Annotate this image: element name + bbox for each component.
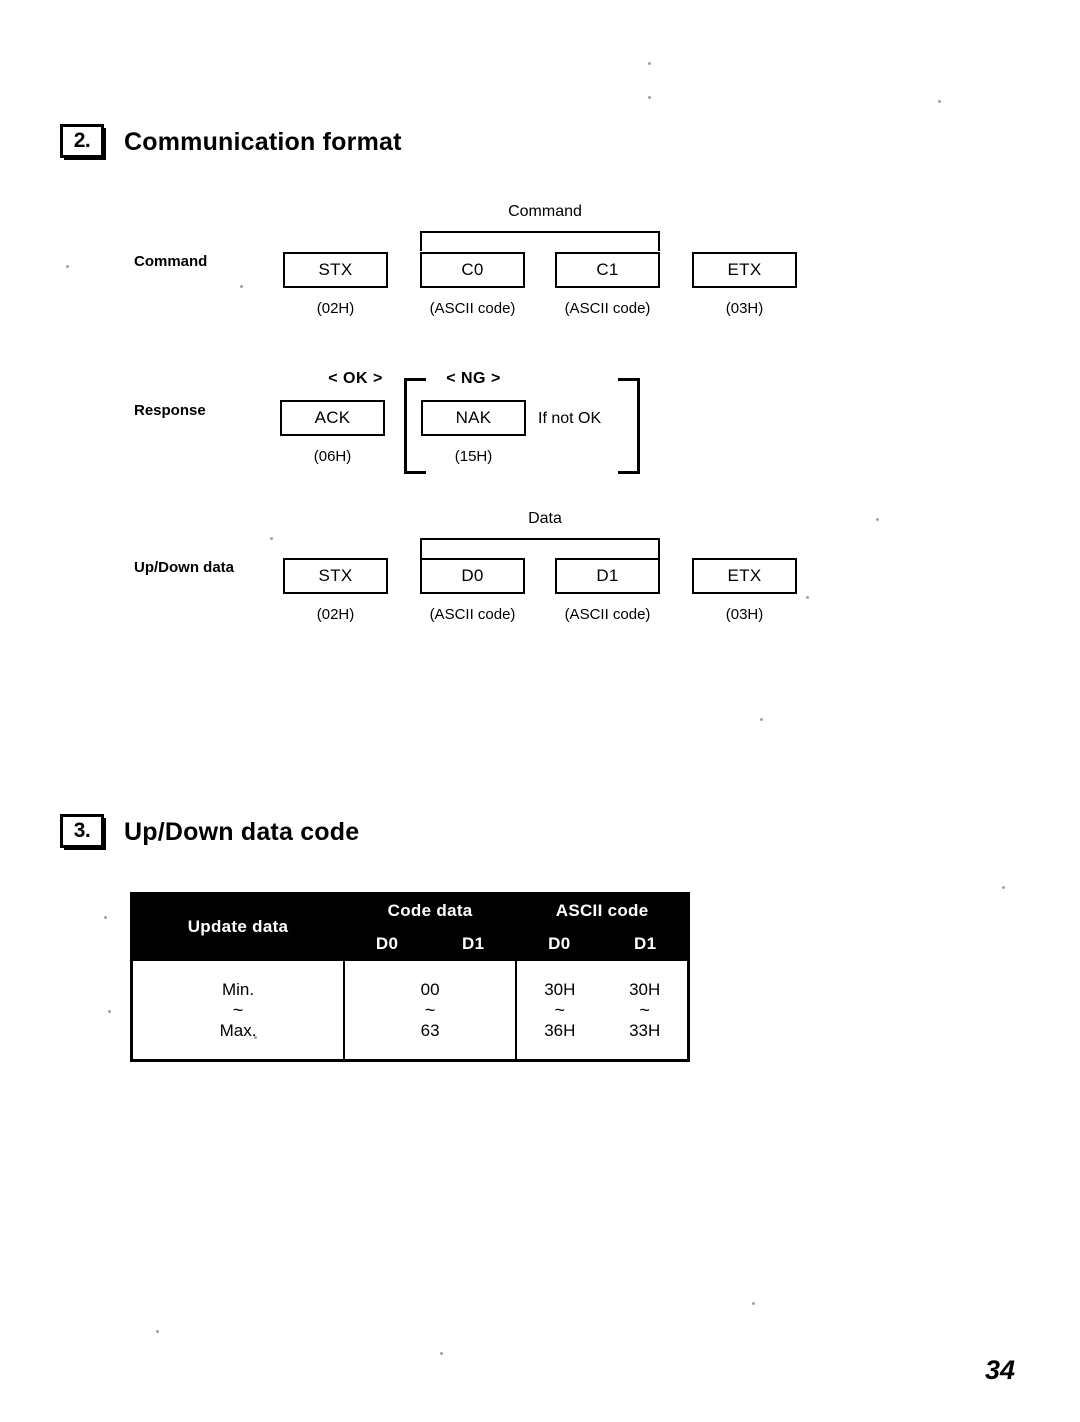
- scan-speck: [240, 285, 243, 288]
- table-header-update-data: Update data: [130, 892, 345, 961]
- scan-speck: [440, 1352, 443, 1355]
- table-cell-code-data: 00 ~ 63: [342, 959, 518, 1062]
- frame-box-c1: C1: [555, 252, 660, 288]
- scan-speck: [876, 518, 879, 521]
- frame-sub-label-ack: (06H): [313, 448, 352, 465]
- updown-data-code-table: Update data Code data ASCII code D0 D1 D…: [130, 892, 690, 1062]
- ascii-d0-tilde: ~: [554, 1000, 566, 1020]
- section-number-badge: 2.: [60, 124, 106, 160]
- diagram-row-label-updown-data: Up/Down data: [134, 559, 234, 576]
- frame-box-ack: ACK: [280, 400, 385, 436]
- section-title-3: Up/Down data code: [124, 817, 360, 846]
- span-bracket-command: [420, 231, 660, 251]
- table-cell-update-data: Min. ~ Max.: [130, 959, 345, 1062]
- response-ng-label: < NG >: [446, 370, 501, 387]
- page-number: 34: [985, 1355, 1016, 1385]
- frame-box-stx-data: STX: [283, 558, 388, 594]
- frame-sub-label-etx-data: (03H): [725, 606, 764, 623]
- scan-speck: [760, 718, 763, 721]
- scan-speck: [270, 537, 273, 540]
- span-bracket-data: [420, 538, 660, 558]
- frame-box-stx: STX: [283, 252, 388, 288]
- frame-box-d0: D0: [420, 558, 525, 594]
- frame-sub-label-etx: (03H): [725, 300, 764, 317]
- code-data-min: 00: [420, 980, 440, 999]
- scan-speck: [104, 916, 107, 919]
- ascii-d1-max: 33H: [629, 1021, 661, 1040]
- table-header-code-d1: D1: [429, 926, 518, 961]
- frame-sub-label-nak: (15H): [454, 448, 493, 465]
- frame-box-nak: NAK: [421, 400, 526, 436]
- table-header-ascii-code: ASCII code: [515, 892, 690, 928]
- table-header-ascii-d0: D0: [515, 926, 604, 961]
- frame-box-etx-data: ETX: [692, 558, 797, 594]
- bracket-label-command: Command: [508, 203, 582, 220]
- frame-sub-label-d1: (ASCII code): [564, 606, 651, 623]
- table-row: Min. ~ Max. 00 ~ 63 30H ~ 36H 30H ~ 33H: [130, 959, 690, 1062]
- ascii-d0-max: 36H: [544, 1021, 576, 1040]
- table-header-code-data: Code data: [342, 892, 518, 928]
- frame-sub-label-c0: (ASCII code): [429, 300, 516, 317]
- section-number-label-3: 3.: [60, 814, 104, 848]
- scan-speck: [938, 100, 941, 103]
- scan-speck: [752, 1302, 755, 1305]
- frame-sub-label-c1: (ASCII code): [564, 300, 651, 317]
- section-heading-communication-format: 2. Communication format: [60, 124, 402, 160]
- frame-box-c0: C0: [420, 252, 525, 288]
- response-ok-label: < OK >: [328, 370, 383, 387]
- scan-speck: [254, 1036, 257, 1039]
- ng-group-bracket-right: [618, 378, 640, 474]
- table-header: Update data Code data ASCII code D0 D1 D…: [130, 892, 690, 961]
- diagram-row-label-command: Command: [134, 253, 208, 270]
- ascii-d0-min: 30H: [544, 980, 576, 999]
- scan-speck: [66, 265, 69, 268]
- table-header-row-group: Update data Code data ASCII code: [130, 892, 690, 961]
- section-heading-updown-data-code: 3. Up/Down data code: [60, 814, 359, 850]
- table-header-code-d0: D0: [342, 926, 432, 961]
- ascii-d1-tilde: ~: [639, 1000, 650, 1020]
- section-title: Communication format: [124, 127, 402, 156]
- frame-sub-label-stx-data: (02H): [316, 606, 355, 623]
- section-number-label: 2.: [60, 124, 104, 158]
- ascii-d1-min: 30H: [629, 980, 661, 999]
- section-number-badge-3: 3.: [60, 814, 106, 850]
- table-cell-ascii-d0: 30H ~ 36H: [515, 959, 603, 1062]
- code-data-tilde: ~: [424, 1000, 436, 1020]
- frame-sub-label-d0: (ASCII code): [429, 606, 516, 623]
- table-header-ascii-d1: D1: [601, 926, 690, 961]
- scan-speck: [648, 62, 651, 65]
- table-body: Min. ~ Max. 00 ~ 63 30H ~ 36H 30H ~ 33H: [130, 959, 690, 1062]
- update-data-max: Max.: [219, 1021, 257, 1040]
- frame-box-etx: ETX: [692, 252, 797, 288]
- diagram-row-label-response: Response: [134, 402, 206, 419]
- response-if-not-ok-note: If not OK: [538, 410, 602, 427]
- scan-speck: [806, 596, 809, 599]
- code-data-max: 63: [420, 1021, 440, 1040]
- scan-speck: [1002, 886, 1005, 889]
- update-data-tilde: ~: [232, 1000, 244, 1020]
- scan-speck: [108, 1010, 111, 1013]
- update-data-min: Min.: [221, 980, 255, 999]
- frame-sub-label-stx: (02H): [316, 300, 355, 317]
- scan-speck: [156, 1330, 159, 1333]
- bracket-label-data: Data: [528, 510, 562, 527]
- table-cell-ascii-d1: 30H ~ 33H: [602, 959, 690, 1062]
- frame-box-d1: D1: [555, 558, 660, 594]
- scan-speck: [648, 96, 651, 99]
